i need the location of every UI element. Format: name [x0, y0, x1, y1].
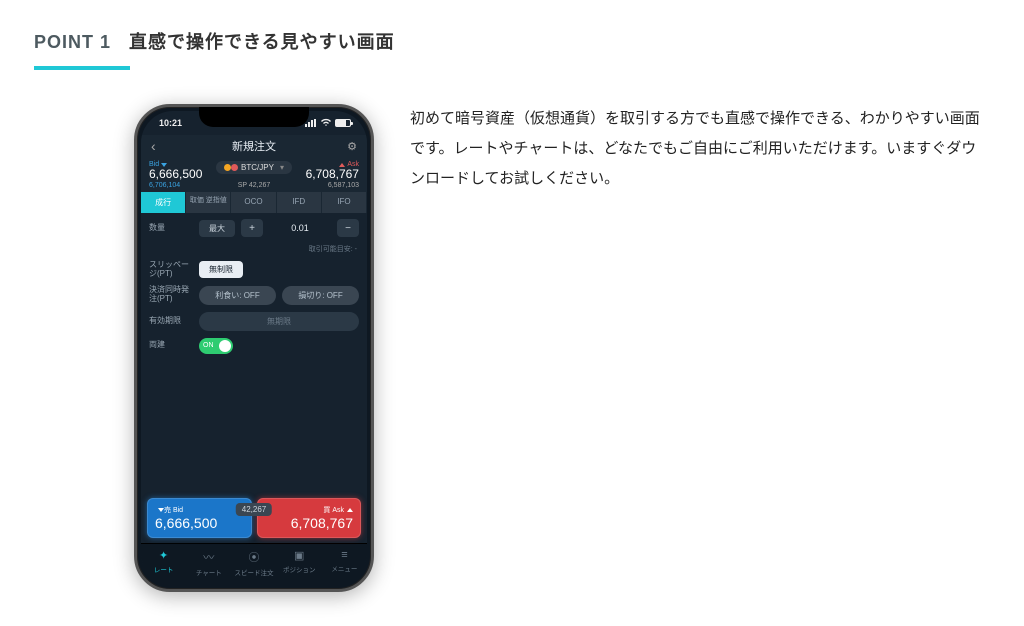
- expire-value[interactable]: 無期限: [199, 312, 359, 331]
- qty-hint: 取引可能目安: -: [149, 244, 359, 254]
- speed-icon: ⦿: [249, 549, 260, 565]
- row-hedge: 両建 ON: [149, 338, 359, 354]
- settle-label: 決済同時発注(PT): [149, 286, 193, 304]
- toggle-on-label: ON: [199, 342, 214, 349]
- buy-price: 6,708,767: [265, 515, 354, 531]
- point-word: POINT: [34, 32, 94, 52]
- tab-market[interactable]: 成行: [141, 192, 186, 213]
- rate-icon: ✦: [159, 549, 168, 562]
- chevron-up-icon: [347, 508, 353, 512]
- spread-sub: SP 42,267: [238, 182, 271, 189]
- coin-icon-2: [231, 164, 238, 171]
- stop-loss-button[interactable]: 損切り: OFF: [282, 286, 359, 305]
- row-slippage: スリッページ(PT) 無制限: [149, 261, 359, 279]
- bottom-nav: ✦レート 〰チャート ⦿スピード注文 ▣ポジション ≡メニュー: [141, 543, 367, 585]
- row-settle: 決済同時発注(PT) 利食い: OFF 損切り: OFF: [149, 286, 359, 305]
- nav-menu[interactable]: ≡メニュー: [322, 549, 367, 577]
- nav-title: 新規注文: [232, 138, 276, 154]
- wifi-icon: [320, 118, 332, 129]
- phone-screen: 10:21 ‹ 新規注文 ⚙: [141, 111, 367, 585]
- status-time: 10:21: [159, 118, 182, 128]
- order-type-tabs: 成行 取価 逆指値 OCO IFD IFO: [141, 192, 367, 213]
- pair-selector[interactable]: BTC/JPY ▾: [216, 161, 292, 174]
- nav-chart[interactable]: 〰チャート: [186, 549, 231, 577]
- row-expire: 有効期限 無期限: [149, 312, 359, 331]
- nav-speed[interactable]: ⦿スピード注文: [231, 549, 276, 577]
- tab-ifo[interactable]: IFO: [322, 192, 367, 213]
- battery-icon: [335, 119, 351, 127]
- tab-ifd[interactable]: IFD: [277, 192, 322, 213]
- qty-max-button[interactable]: 最大: [199, 220, 235, 237]
- chevron-down-icon: [161, 163, 167, 167]
- pair-label: BTC/JPY: [241, 163, 274, 172]
- toggle-knob: [219, 340, 231, 352]
- sell-label: 売 Bid: [164, 505, 183, 515]
- sell-price: 6,666,500: [155, 515, 244, 531]
- take-profit-button[interactable]: 利食い: OFF: [199, 286, 276, 305]
- slippage-label: スリッページ(PT): [149, 261, 193, 279]
- tab-oco[interactable]: OCO: [231, 192, 276, 213]
- bid-sub: 6,706,104: [149, 182, 180, 189]
- back-icon[interactable]: ‹: [151, 138, 156, 154]
- nav-rate[interactable]: ✦レート: [141, 549, 186, 577]
- qty-minus-button[interactable]: −: [337, 219, 359, 237]
- ask-value: 6,708,767: [306, 168, 359, 180]
- qty-plus-button[interactable]: +: [241, 219, 263, 237]
- chevron-down-icon: ▾: [280, 163, 284, 172]
- chart-icon: 〰: [203, 549, 214, 565]
- position-icon: ▣: [294, 549, 304, 562]
- point-label: POINT 1: [34, 32, 111, 53]
- ask-sub: 6,587,103: [328, 182, 359, 189]
- qty-value[interactable]: 0.01: [269, 223, 331, 233]
- nav-bar: ‹ 新規注文 ⚙: [141, 135, 367, 157]
- description-text: 初めて暗号資産（仮想通貨）を取引する方でも直感で操作できる、わかりやすい画面です…: [410, 104, 990, 194]
- chevron-up-icon: [339, 163, 345, 167]
- expire-label: 有効期限: [149, 317, 193, 326]
- spread-badge: 42,267: [236, 503, 272, 516]
- order-buttons: 売 Bid 6,666,500 42,267 買 Ask 6,708,767: [141, 493, 367, 543]
- bid-value: 6,666,500: [149, 168, 202, 180]
- nav-position[interactable]: ▣ポジション: [277, 549, 322, 577]
- point-underline: [34, 66, 130, 70]
- qty-label: 数量: [149, 224, 193, 233]
- tab-stop[interactable]: 取価 逆指値: [186, 192, 231, 213]
- rate-subheader: 6,706,104 SP 42,267 6,587,103: [141, 182, 367, 192]
- menu-icon: ≡: [341, 549, 347, 561]
- buy-label: 買 Ask: [323, 505, 344, 515]
- coin-icon-1: [224, 164, 231, 171]
- slippage-value[interactable]: 無制限: [199, 261, 243, 278]
- point-title: 直感で操作できる見やすい画面: [129, 28, 395, 54]
- phone-mockup: 10:21 ‹ 新規注文 ⚙: [134, 104, 374, 592]
- phone-notch: [199, 107, 309, 127]
- gear-icon[interactable]: ⚙: [347, 140, 357, 153]
- hedge-label: 両建: [149, 341, 193, 350]
- hedge-toggle[interactable]: ON: [199, 338, 233, 354]
- row-quantity: 数量 最大 + 0.01 −: [149, 219, 359, 237]
- order-form: 数量 最大 + 0.01 − 取引可能目安: - スリッページ(PT) 無制限: [141, 213, 367, 493]
- point-number: 1: [100, 32, 111, 52]
- point-header: POINT 1 直感で操作できる見やすい画面: [34, 28, 990, 54]
- rate-header: Bid 6,666,500 BTC/JPY ▾ Ask 6,708,767: [141, 157, 367, 182]
- buy-button[interactable]: 買 Ask 6,708,767: [257, 498, 362, 538]
